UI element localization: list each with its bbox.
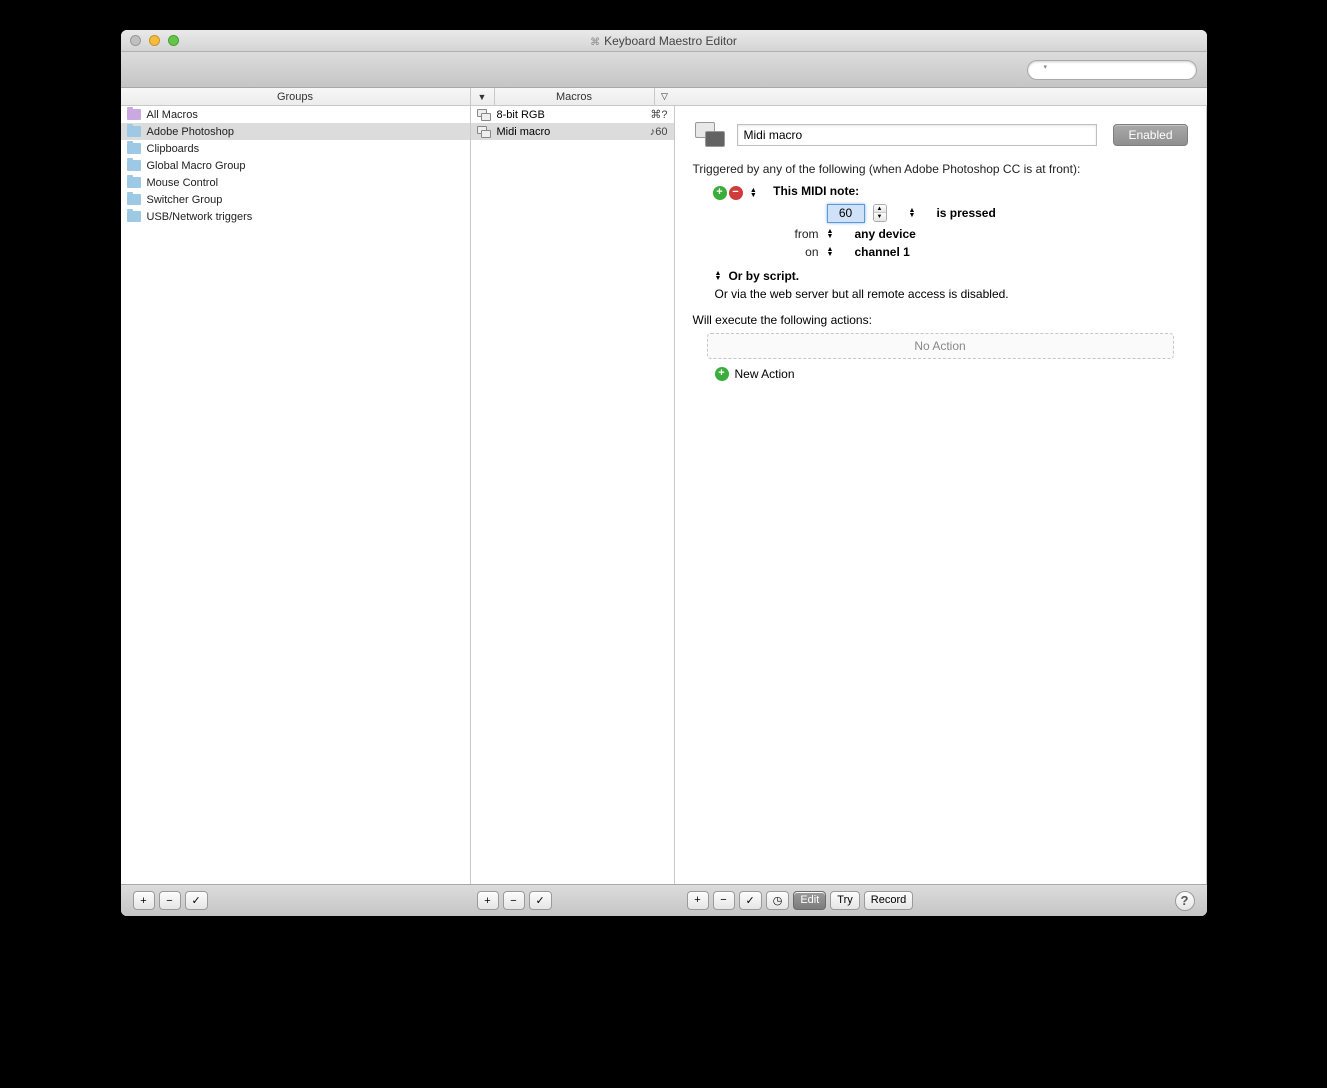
from-row: from ▲▼ any device [783,227,1188,241]
group-label: Adobe Photoshop [147,126,234,138]
macros-panel: 8-bit RGB ⌘? Midi macro ♪60 [471,106,675,884]
toggle-action-button[interactable]: ✓ [739,891,762,910]
macro-icon [477,109,491,121]
trigger-type-popup[interactable]: This MIDI note: [763,184,859,198]
group-label: USB/Network triggers [147,211,253,223]
enabled-button[interactable]: Enabled [1113,124,1187,146]
folder-icon [127,194,141,205]
midi-note-input[interactable] [827,204,865,223]
chevron-updown-icon: ▲▼ [750,188,757,198]
trigger-block: + − ▲▼ This MIDI note: ▲▼ ▲▼ is pressed … [713,184,1188,259]
app-window: ⌘Keyboard Maestro Editor Groups ▼ Macros… [121,30,1207,916]
trigger-intro: Triggered by any of the following (when … [693,162,1188,176]
group-label: Clipboards [147,143,200,155]
on-label: on [783,245,819,259]
remove-action-button[interactable]: − [713,891,735,910]
groups-footer: + − ✓ [133,891,471,910]
remove-macro-button[interactable]: − [503,891,525,910]
group-global[interactable]: Global Macro Group [121,157,470,174]
group-mouse-control[interactable]: Mouse Control [121,174,470,191]
edit-button[interactable]: Edit [793,891,826,910]
or-web-text: Or via the web server but all remote acc… [715,287,1188,301]
macros-sort-outline[interactable]: ▽ [655,88,675,105]
add-action-button[interactable]: + [687,891,709,910]
remove-group-button[interactable]: − [159,891,181,910]
folder-icon [127,109,141,120]
macro-label: Midi macro [497,126,551,138]
plus-icon: + [715,367,729,381]
help-button[interactable]: ? [1175,891,1195,911]
group-label: Global Macro Group [147,160,246,172]
add-macro-button[interactable]: + [477,891,499,910]
macro-icon [693,120,727,150]
record-button[interactable]: Record [864,891,913,910]
folder-icon [127,211,141,222]
detail-footer: + − ✓ ◷ Edit Try Record ? [687,891,1195,911]
add-trigger-button[interactable]: + [713,186,727,200]
note-stepper[interactable]: ▲▼ [873,204,887,222]
body: All Macros Adobe Photoshop Clipboards Gl… [121,106,1207,884]
folder-icon [127,177,141,188]
macro-label: 8-bit RGB [497,109,545,121]
chevron-updown-icon: ▲▼ [909,208,916,218]
clock-button[interactable]: ◷ [766,891,790,910]
group-all-macros[interactable]: All Macros [121,106,470,123]
macros-footer: + − ✓ [477,891,681,910]
folder-icon [127,160,141,171]
app-icon: ⌘ [590,37,600,48]
new-action-button[interactable]: + New Action [715,367,1188,381]
from-device-popup[interactable]: any device [844,227,915,241]
group-usb-network[interactable]: USB/Network triggers [121,208,470,225]
macros-header[interactable]: Macros [495,88,655,105]
macro-midi[interactable]: Midi macro ♪60 [471,123,674,140]
columns-header: Groups ▼ Macros ▽ [121,88,1207,106]
group-switcher[interactable]: Switcher Group [121,191,470,208]
group-label: All Macros [147,109,198,121]
group-clipboards[interactable]: Clipboards [121,140,470,157]
folder-icon [127,126,141,137]
group-label: Mouse Control [147,177,219,189]
note-action-popup[interactable]: is pressed [926,206,995,220]
toolbar [121,52,1207,88]
toggle-macro-button[interactable]: ✓ [529,891,552,910]
note-row: ▲▼ ▲▼ is pressed [783,204,1188,223]
statusbar: + − ✓ + − ✓ + − ✓ ◷ Edit Try Record ? [121,884,1207,916]
exec-label: Will execute the following actions: [693,313,1188,327]
add-group-button[interactable]: + [133,891,155,910]
try-button[interactable]: Try [830,891,859,910]
groups-panel: All Macros Adobe Photoshop Clipboards Gl… [121,106,471,884]
channel-popup[interactable]: channel 1 [844,245,909,259]
macro-shortcut: ♪60 [650,126,668,138]
group-adobe-photoshop[interactable]: Adobe Photoshop [121,123,470,140]
folder-icon [127,143,141,154]
search-input[interactable] [1027,60,1197,80]
remove-trigger-button[interactable]: − [729,186,743,200]
or-script-popup[interactable]: ▲▼ Or by script. [715,269,1188,283]
search-wrap [1027,60,1197,80]
group-label: Switcher Group [147,194,223,206]
from-label: from [783,227,819,241]
toggle-group-button[interactable]: ✓ [185,891,208,910]
window-title: ⌘Keyboard Maestro Editor [121,34,1207,48]
chevron-updown-icon: ▲▼ [715,271,722,281]
chevron-updown-icon: ▲▼ [827,247,834,257]
chevron-updown-icon: ▲▼ [827,229,834,239]
macro-8bit-rgb[interactable]: 8-bit RGB ⌘? [471,106,674,123]
macro-shortcut: ⌘? [650,108,667,121]
detail-header: Enabled [693,120,1188,150]
on-row: on ▲▼ channel 1 [783,245,1188,259]
no-action-placeholder[interactable]: No Action [707,333,1174,359]
add-remove-trigger: + − [713,186,743,200]
new-action-label: New Action [735,367,795,381]
detail-panel: Enabled Triggered by any of the followin… [675,106,1207,884]
macros-sort-desc[interactable]: ▼ [471,88,495,105]
macro-icon [477,126,491,138]
macro-name-input[interactable] [737,124,1097,146]
titlebar: ⌘Keyboard Maestro Editor [121,30,1207,52]
groups-header[interactable]: Groups [121,88,471,105]
